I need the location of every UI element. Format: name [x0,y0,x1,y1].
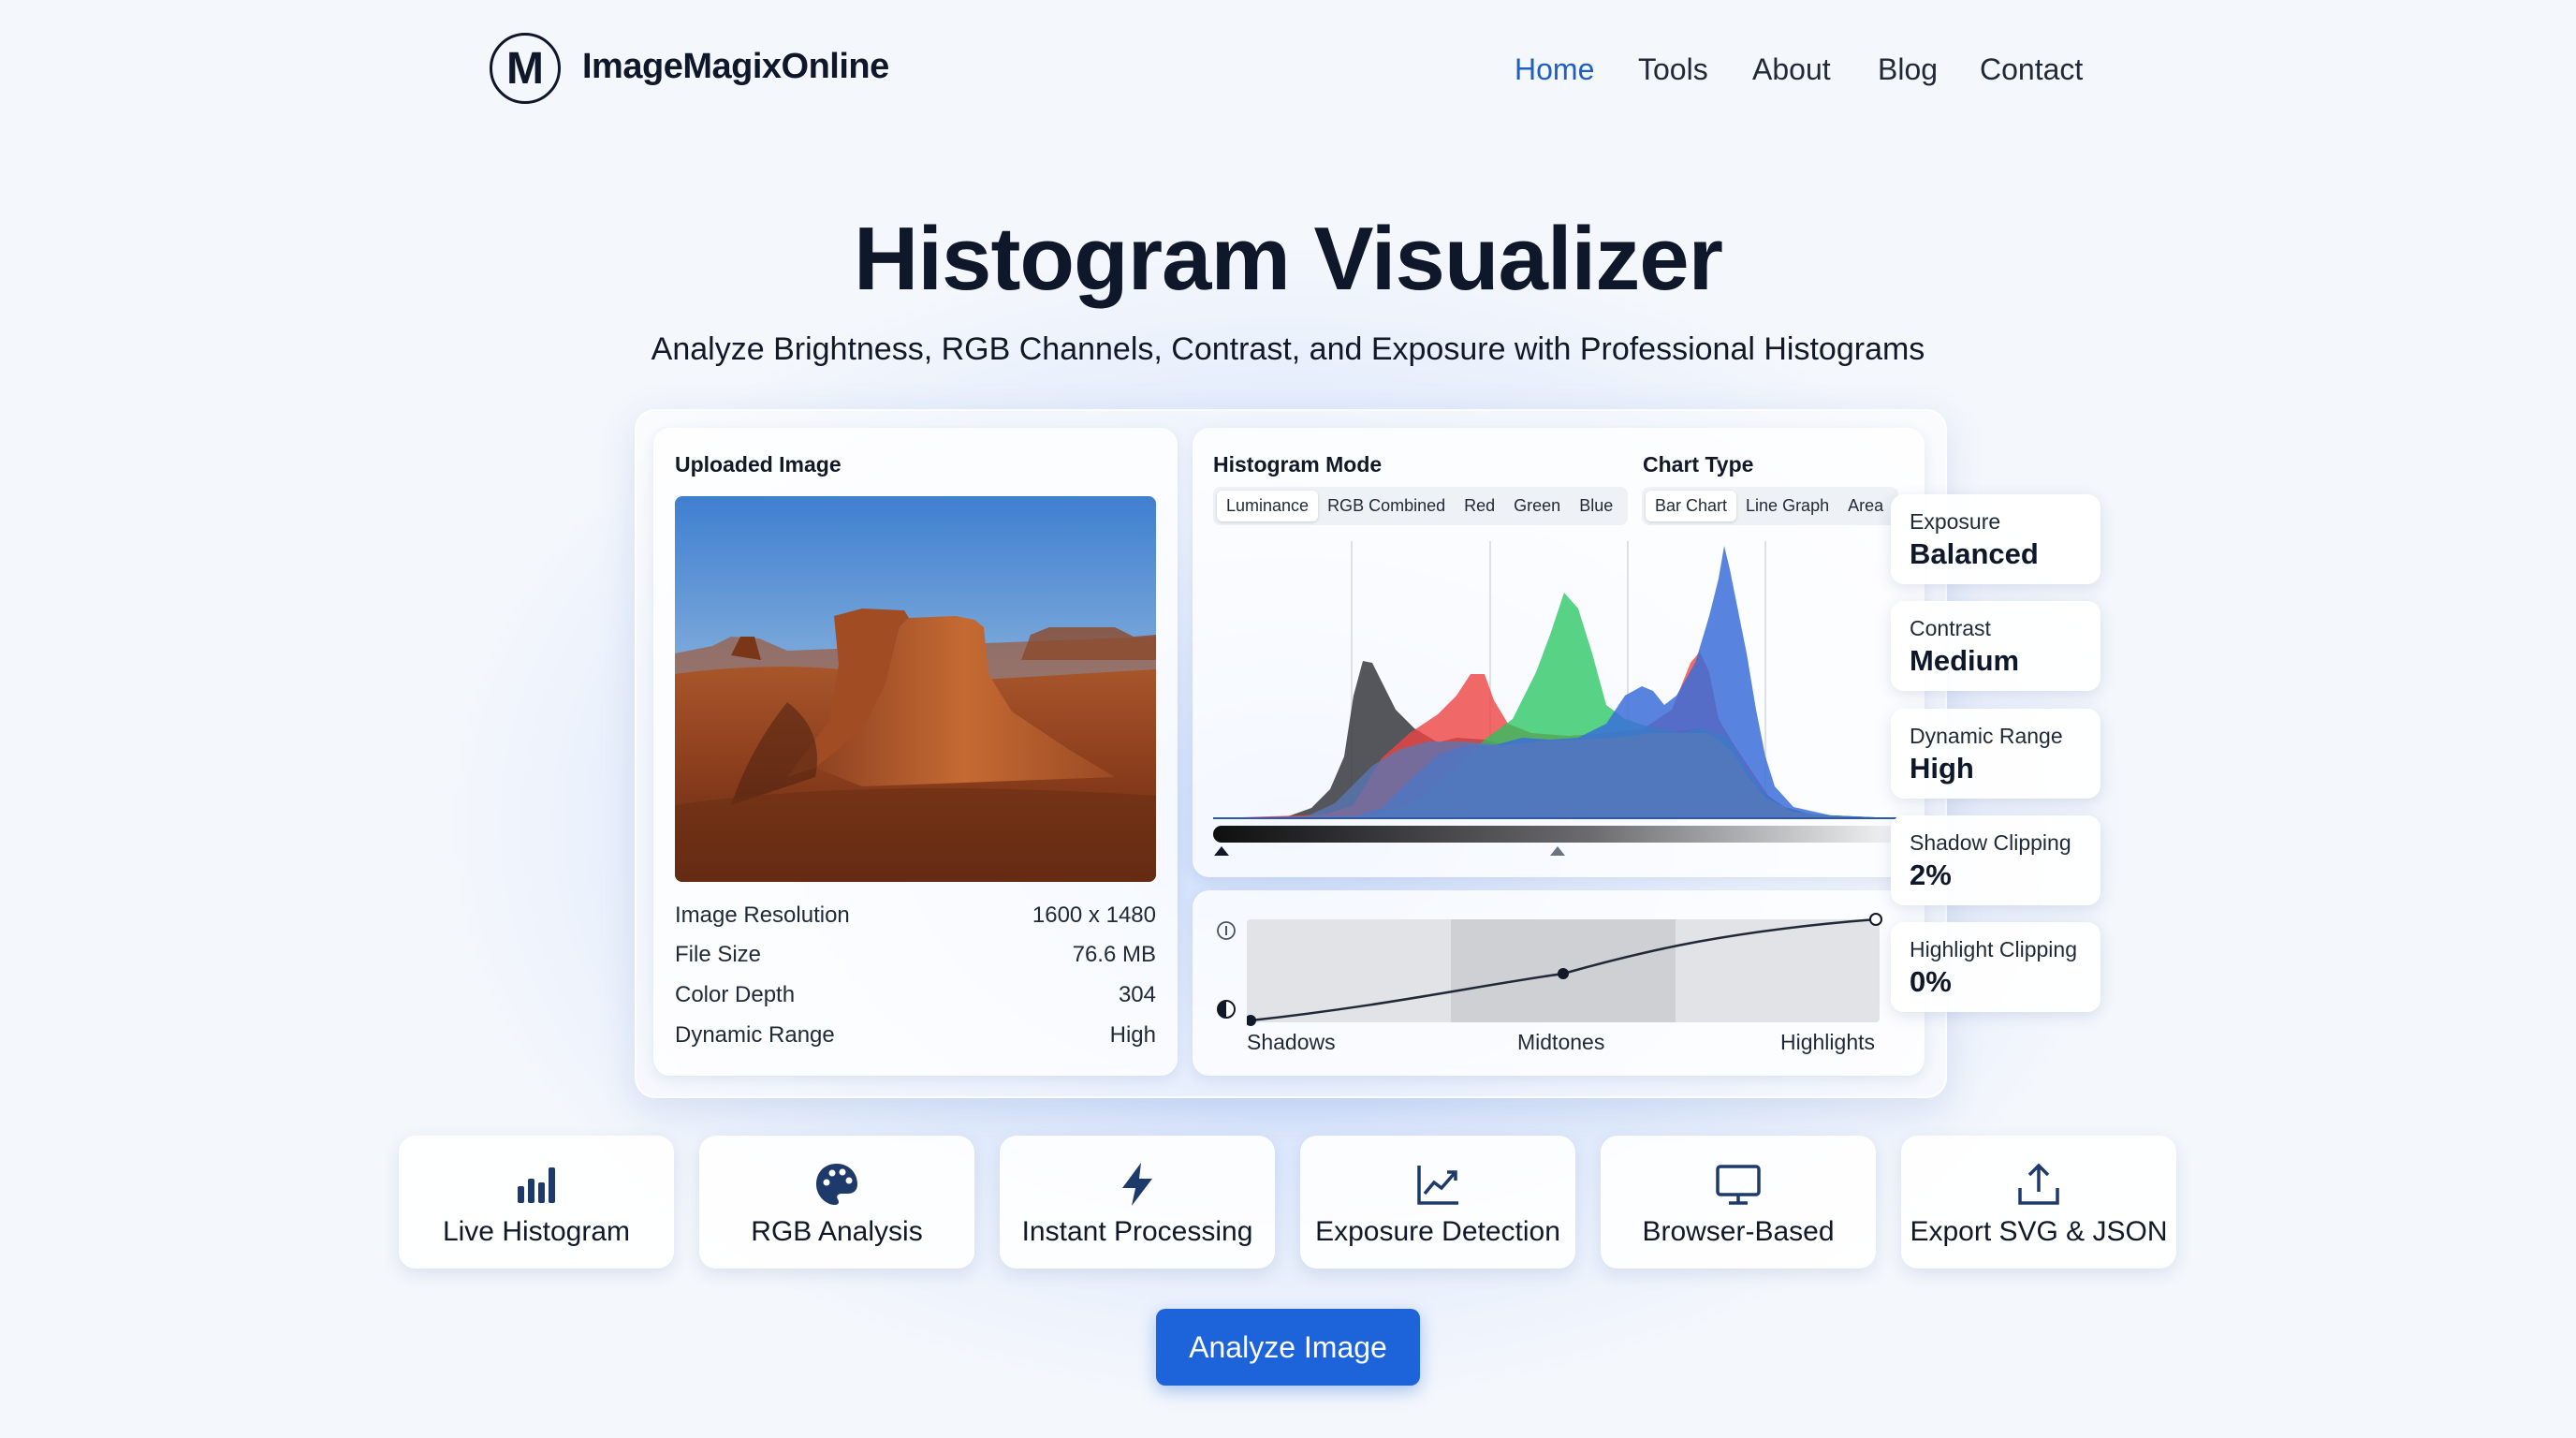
metric-value: Balanced [1910,537,2039,570]
lightning-icon [1122,1163,1152,1206]
mode-blue[interactable]: Blue [1570,491,1622,521]
chart-type-bar[interactable]: Bar Chart [1646,491,1737,521]
black-point-marker-icon[interactable] [1212,844,1231,858]
info-icon[interactable] [1215,919,1237,942]
metric-label: Contrast [1910,616,1991,640]
tone-label-shadows: Shadows [1247,1030,1336,1054]
nav-tools[interactable]: Tools [1638,52,1708,87]
logo-mark[interactable]: M [490,33,561,104]
feature-browser-based[interactable]: Browser-Based [1601,1136,1876,1269]
chart-type-selector: Bar Chart Line Graph Area [1642,487,1898,525]
metric-label: Highlight Clipping [1910,937,2077,961]
palette-icon [816,1164,857,1205]
bar-chart-icon [518,1167,555,1203]
info-label: Dynamic Range [675,1022,835,1048]
feature-live-histogram[interactable]: Live Histogram [399,1136,674,1269]
nav-home[interactable]: Home [1515,52,1594,87]
metric-label: Exposure [1910,509,2001,534]
info-row-file-size: File Size 76.6 MB [675,942,1156,968]
info-value: 1600 x 1480 [1032,902,1156,928]
metric-contrast: Contrast Medium [1891,601,2100,691]
info-value: 304 [1118,982,1156,1007]
nav-blog[interactable]: Blog [1878,52,1938,87]
highlight-handle[interactable] [1869,913,1882,926]
feature-label: Live Histogram [442,1216,631,1247]
tone-label-highlights: Highlights [1780,1030,1875,1054]
mode-green[interactable]: Green [1504,491,1570,521]
metric-exposure: Exposure Balanced [1891,494,2100,584]
brand-name[interactable]: ImageMagixOnline [582,47,889,87]
metric-value: 2% [1910,858,1952,891]
metric-label: Shadow Clipping [1910,830,2071,855]
metric-value: Medium [1910,644,2020,677]
midtone-handle[interactable] [1558,968,1569,979]
chart-type-area[interactable]: Area [1838,491,1893,521]
info-row-color-depth: Color Depth 304 [675,982,1156,1008]
trend-chart-icon [1417,1166,1458,1205]
info-label: Color Depth [675,982,796,1007]
page-subtitle: Analyze Brightness, RGB Channels, Contra… [651,331,1925,367]
feature-rgb-analysis[interactable]: RGB Analysis [699,1136,974,1269]
info-value: High [1109,1022,1156,1048]
metric-label: Dynamic Range [1910,724,2063,748]
info-label: File Size [675,942,762,967]
metric-value: High [1910,752,1974,785]
uploaded-image-preview[interactable] [675,496,1156,882]
midtone-marker-icon[interactable] [1548,844,1567,858]
contrast-icon[interactable] [1215,998,1237,1020]
logo-letter: M [506,43,544,94]
desert-landscape-image [675,496,1156,882]
feature-label: Exposure Detection [1315,1216,1560,1247]
page-title: Histogram Visualizer [854,209,1723,309]
feature-export[interactable]: Export SVG & JSON [1901,1136,2176,1269]
chart-type-line[interactable]: Line Graph [1736,491,1838,521]
upload-icon [2018,1163,2059,1205]
feature-instant-processing[interactable]: Instant Processing [1000,1136,1275,1269]
tonal-gradient-bar[interactable] [1213,826,1896,843]
feature-label: Instant Processing [1021,1216,1253,1247]
mode-rgb-combined[interactable]: RGB Combined [1318,491,1455,521]
monitor-icon [1716,1165,1761,1205]
tone-label-midtones: Midtones [1517,1030,1605,1054]
metric-highlight-clipping: Highlight Clipping 0% [1891,922,2100,1012]
histogram-mode-selector: Luminance RGB Combined Red Green Blue [1213,487,1628,525]
histogram-mode-heading: Histogram Mode [1213,452,1383,477]
mode-red[interactable]: Red [1455,491,1504,521]
feature-label: Browser-Based [1642,1216,1835,1247]
info-value: 76.6 MB [1072,942,1156,967]
info-row-resolution: Image Resolution 1600 x 1480 [675,902,1156,929]
metric-shadow-clipping: Shadow Clipping 2% [1891,815,2100,905]
chart-type-heading: Chart Type [1643,452,1754,477]
feature-label: RGB Analysis [751,1216,923,1247]
metric-dynamic-range: Dynamic Range High [1891,709,2100,799]
mode-luminance[interactable]: Luminance [1217,491,1319,521]
tone-curve[interactable] [1247,912,1893,1026]
analyze-image-button[interactable]: Analyze Image [1156,1309,1420,1386]
metric-value: 0% [1910,965,1952,998]
info-row-dynamic-range: Dynamic Range High [675,1022,1156,1049]
shadow-handle[interactable] [1247,1015,1256,1026]
nav-contact[interactable]: Contact [1980,52,2083,87]
uploaded-image-heading: Uploaded Image [675,452,842,477]
nav-about[interactable]: About [1752,52,1831,87]
feature-label: Export SVG & JSON [1910,1216,2168,1247]
histogram-plot [1213,541,1896,819]
feature-exposure-detection[interactable]: Exposure Detection [1300,1136,1575,1269]
info-label: Image Resolution [675,902,850,928]
